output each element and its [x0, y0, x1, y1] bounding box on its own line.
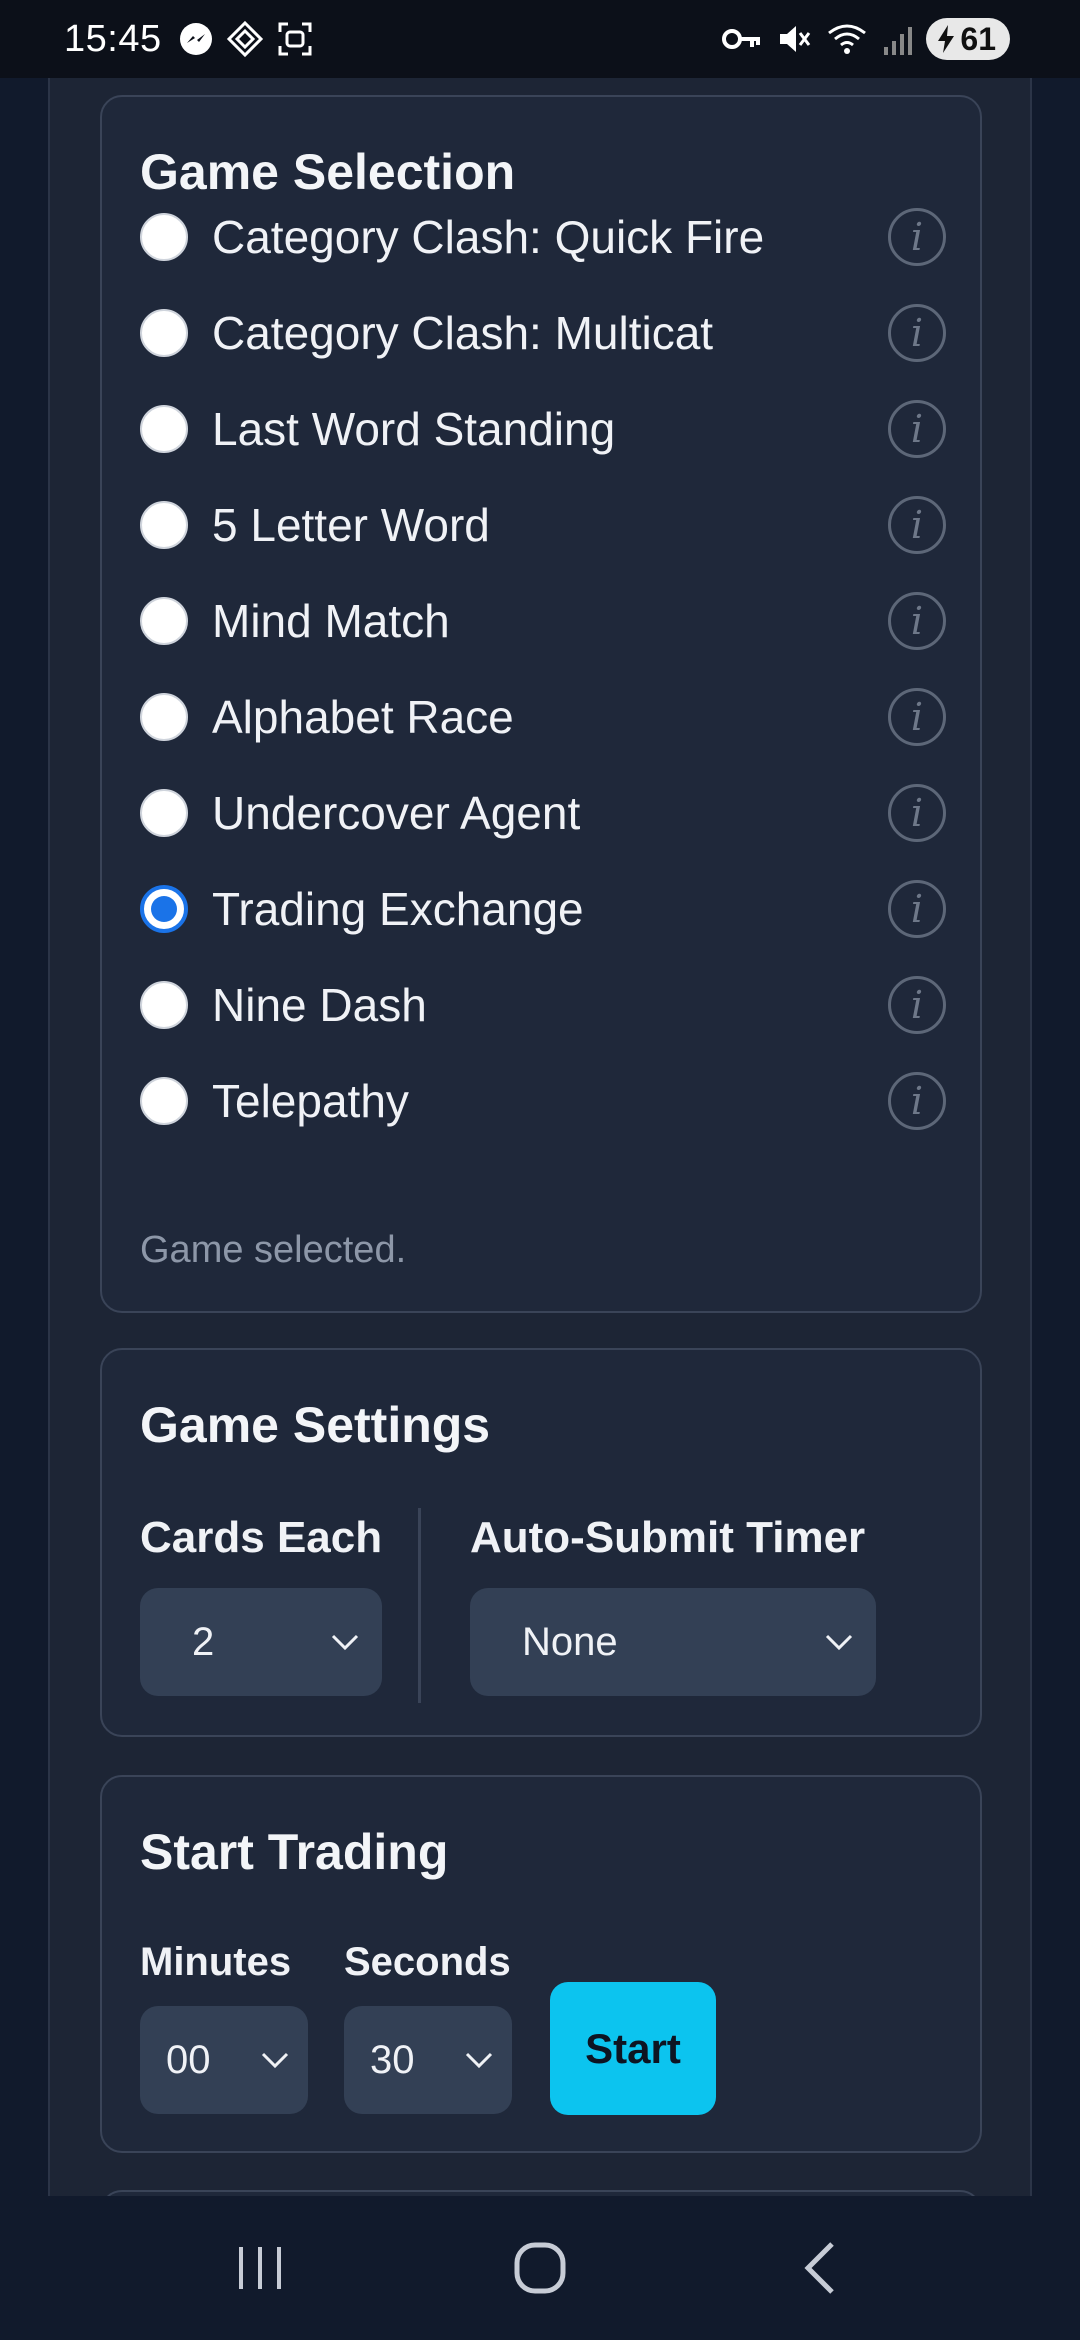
key-icon: [722, 29, 761, 49]
cards-each-select[interactable]: 2: [140, 1588, 382, 1696]
game-option[interactable]: Mind Match i: [140, 586, 946, 656]
chevron-down-icon: [261, 2052, 289, 2069]
info-icon[interactable]: i: [888, 976, 946, 1034]
info-icon[interactable]: i: [888, 400, 946, 458]
game-settings-title: Game Settings: [140, 1397, 491, 1453]
radio-button[interactable]: [140, 597, 188, 645]
cards-each-value: 2: [192, 1619, 215, 1664]
chevron-down-icon: [331, 1634, 359, 1651]
game-option-label: Nine Dash: [212, 979, 427, 1031]
radio-button[interactable]: [140, 309, 188, 357]
seconds-select[interactable]: 30: [344, 2006, 512, 2114]
cards-each-label: Cards Each: [140, 1513, 383, 1562]
game-option-label: Alphabet Race: [212, 691, 514, 743]
game-option-label: Category Clash: Multicat: [212, 307, 714, 359]
game-settings-card: Game Settings Cards Each 2 Auto-Submit T…: [100, 1348, 982, 1737]
battery-indicator: 61: [926, 18, 1010, 60]
start-button[interactable]: Start: [550, 1982, 716, 2115]
game-selection-card: Game Selection Category Clash: Quick Fir…: [100, 95, 982, 1313]
info-icon[interactable]: i: [888, 304, 946, 362]
radio-button[interactable]: [140, 501, 188, 549]
game-option[interactable]: Last Word Standing i: [140, 394, 946, 464]
start-trading-card: Start Trading Minutes 00 Seconds 30 Star…: [100, 1775, 982, 2153]
status-bar: 15:45 61: [0, 0, 1080, 78]
status-notification-icons: [178, 20, 314, 58]
chevron-down-icon: [825, 1634, 853, 1651]
seconds-label: Seconds: [344, 1940, 511, 1984]
game-option[interactable]: 5 Letter Word i: [140, 490, 946, 560]
info-icon[interactable]: i: [888, 688, 946, 746]
game-option-label: Category Clash: Quick Fire: [212, 211, 765, 263]
battery-level: 61: [960, 20, 996, 57]
radio-button[interactable]: [140, 789, 188, 837]
game-option[interactable]: Telepathy i: [140, 1066, 946, 1136]
minutes-select[interactable]: 00: [140, 2006, 308, 2114]
recent-apps-icon: [239, 2247, 281, 2289]
game-option-label: Mind Match: [212, 595, 450, 647]
info-icon[interactable]: i: [888, 880, 946, 938]
wifi-icon: [828, 24, 867, 54]
messenger-icon: [179, 23, 212, 55]
game-option-label: Undercover Agent: [212, 787, 581, 839]
game-option[interactable]: Category Clash: Multicat i: [140, 298, 946, 368]
game-option[interactable]: Alphabet Race i: [140, 682, 946, 752]
back-icon: [804, 2242, 834, 2294]
mute-icon: [780, 26, 811, 52]
home-icon: [514, 2242, 566, 2294]
home-button[interactable]: [495, 2223, 585, 2313]
radio-button[interactable]: [140, 1077, 188, 1125]
seconds-value: 30: [370, 2037, 415, 2082]
game-selection-status: Game selected.: [140, 1229, 407, 1271]
info-icon[interactable]: i: [888, 784, 946, 842]
radio-button[interactable]: [140, 405, 188, 453]
game-option-label: Trading Exchange: [212, 883, 584, 935]
minutes-value: 00: [166, 2037, 211, 2082]
charging-icon: [938, 25, 955, 53]
start-trading-title: Start Trading: [140, 1824, 449, 1880]
game-selection-title: Game Selection: [140, 144, 516, 200]
game-option-label: Telepathy: [212, 1075, 409, 1127]
game-option[interactable]: Category Clash: Quick Fire i: [140, 202, 946, 272]
game-option[interactable]: Undercover Agent i: [140, 778, 946, 848]
page-content[interactable]: Game Selection Category Clash: Quick Fir…: [48, 78, 1032, 2196]
app-icon: [226, 20, 263, 58]
game-option[interactable]: Trading Exchange i: [140, 874, 946, 944]
radio-button-selected[interactable]: [140, 885, 188, 933]
status-time: 15:45: [64, 17, 162, 60]
status-right: 61: [722, 18, 1010, 60]
info-icon[interactable]: i: [888, 208, 946, 266]
info-icon[interactable]: i: [888, 592, 946, 650]
radio-button[interactable]: [140, 981, 188, 1029]
back-button[interactable]: [775, 2223, 865, 2313]
game-option-label: Last Word Standing: [212, 403, 616, 455]
radio-button[interactable]: [140, 693, 188, 741]
radio-button[interactable]: [140, 213, 188, 261]
info-icon[interactable]: i: [888, 1072, 946, 1130]
screenshot-icon: [278, 22, 312, 56]
status-left: 15:45: [64, 18, 314, 61]
minutes-label: Minutes: [140, 1940, 292, 1984]
chevron-down-icon: [465, 2052, 493, 2069]
recent-apps-button[interactable]: [215, 2223, 305, 2313]
game-option-label: 5 Letter Word: [212, 499, 490, 551]
auto-submit-timer-value: None: [522, 1619, 618, 1664]
auto-submit-timer-select[interactable]: None: [470, 1588, 876, 1696]
auto-submit-timer-label: Auto-Submit Timer: [470, 1513, 866, 1562]
signal-icon: [884, 27, 913, 55]
navigation-bar: [0, 2196, 1080, 2340]
game-option[interactable]: Nine Dash i: [140, 970, 946, 1040]
settings-divider: [418, 1508, 421, 1703]
info-icon[interactable]: i: [888, 496, 946, 554]
